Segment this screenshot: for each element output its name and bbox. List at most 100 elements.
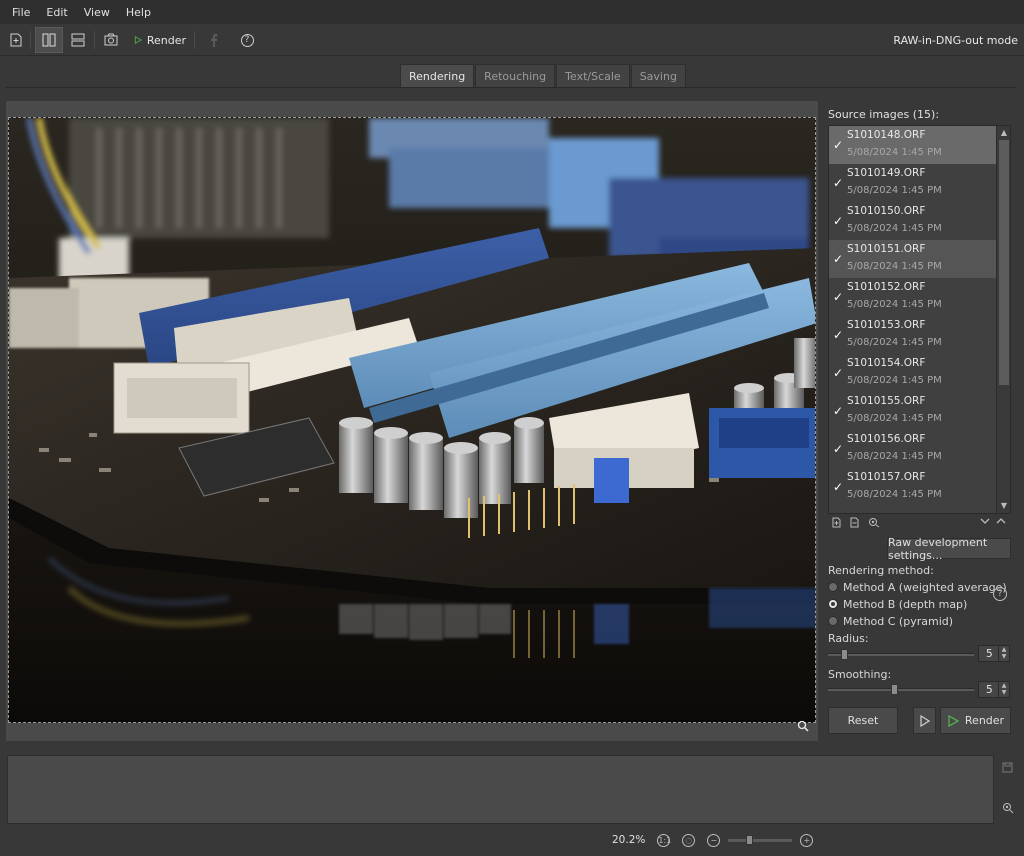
facebook-icon[interactable] [204, 27, 224, 53]
preview-image[interactable] [8, 117, 816, 723]
tab-divider [6, 87, 1016, 88]
layout-stacked-icon[interactable] [66, 27, 90, 53]
smoothing-slider-handle[interactable] [891, 684, 898, 695]
file-checkbox[interactable]: ✓ [833, 291, 845, 303]
zoom-slider-handle[interactable] [746, 834, 754, 845]
scroll-thumb[interactable] [999, 140, 1009, 385]
remove-file-icon[interactable] [850, 517, 859, 531]
spin-arrows-icon[interactable]: ▲ ▼ [998, 682, 1009, 697]
file-list-item[interactable]: ✓ S1010152.ORF 5/08/2024 1:45 PM [829, 278, 997, 316]
menu-help[interactable]: Help [118, 6, 159, 19]
file-list-item[interactable]: ✓ S1010154.ORF 5/08/2024 1:45 PM [829, 354, 997, 392]
method-option-a[interactable]: Method A (weighted average) [828, 580, 1007, 594]
render-button[interactable]: Render [940, 707, 1011, 734]
file-settings-icon[interactable] [868, 517, 880, 531]
radio-button[interactable] [828, 582, 838, 592]
menu-file[interactable]: File [4, 6, 38, 19]
radius-value: 5 [986, 648, 993, 660]
file-checkbox[interactable]: ✓ [833, 253, 845, 265]
file-list-tools [830, 517, 1010, 531]
radio-button[interactable] [828, 616, 838, 626]
rendering-help-icon[interactable]: ? [993, 587, 1007, 601]
zoom-icon[interactable] [797, 720, 809, 732]
play-icon [134, 36, 142, 44]
smoothing-slider[interactable] [828, 684, 974, 695]
scroll-up-icon[interactable]: ▲ [999, 127, 1009, 139]
radius-slider-handle[interactable] [841, 649, 848, 660]
raw-development-settings-button[interactable]: Raw development settings... [887, 536, 1011, 562]
status-bar: 20.2% 1:1 ◌ − + [612, 830, 814, 850]
smoothing-spinbox[interactable]: 5 ▲ ▼ [978, 681, 1010, 698]
smoothing-label: Smoothing: [828, 668, 892, 681]
file-list-scrollbar[interactable]: ▲ ▼ [996, 126, 1010, 513]
file-checkbox[interactable]: ✓ [833, 481, 845, 493]
file-checkbox[interactable]: ✓ [833, 139, 845, 151]
method-option-b[interactable]: Method B (depth map) [828, 597, 967, 611]
step-play-icon [920, 714, 930, 727]
file-checkbox[interactable]: ✓ [833, 367, 845, 379]
new-project-icon[interactable] [6, 27, 26, 53]
file-date: 5/08/2024 1:45 PM [847, 489, 942, 500]
snapshot-icon[interactable] [100, 27, 122, 53]
radius-spinbox[interactable]: 5 ▲ ▼ [978, 645, 1010, 662]
file-name: S1010157.ORF [847, 471, 926, 483]
file-list-item[interactable]: ✓ S1010150.ORF 5/08/2024 1:45 PM [829, 202, 997, 240]
render-step-button[interactable] [913, 707, 936, 734]
menu-view[interactable]: View [76, 6, 118, 19]
file-list-item[interactable]: ✓ S1010155.ORF 5/08/2024 1:45 PM [829, 392, 997, 430]
file-date: 5/08/2024 1:45 PM [847, 185, 942, 196]
render-button-label: Render [964, 714, 1005, 727]
scroll-down-icon[interactable]: ▼ [999, 500, 1009, 512]
file-checkbox[interactable]: ✓ [833, 215, 845, 227]
tab-saving[interactable]: Saving [630, 64, 686, 87]
file-name: S1010153.ORF [847, 319, 926, 331]
method-label: Method B (depth map) [843, 597, 968, 611]
zoom-fit-icon[interactable]: ◌ [682, 833, 696, 847]
toolbar: Render ? [0, 24, 1024, 56]
file-date: 5/08/2024 1:45 PM [847, 223, 942, 234]
file-checkbox[interactable]: ✓ [833, 405, 845, 417]
rendering-method-label: Rendering method: [828, 564, 934, 577]
file-list-item[interactable]: ✓ S1010156.ORF 5/08/2024 1:45 PM [829, 430, 997, 468]
motherboard-photo [9, 118, 815, 722]
file-date: 5/08/2024 1:45 PM [847, 451, 942, 462]
file-name: S1010156.ORF [847, 433, 926, 445]
spin-arrows-icon[interactable]: ▲ ▼ [998, 646, 1009, 661]
file-date: 5/08/2024 1:45 PM [847, 299, 942, 310]
chevron-up-icon[interactable] [996, 517, 1006, 528]
reset-button[interactable]: Reset [828, 707, 898, 734]
log-output[interactable] [7, 755, 994, 824]
chevron-down-icon[interactable] [980, 517, 990, 528]
method-option-c[interactable]: Method C (pyramid) [828, 614, 953, 628]
toolbar-render-button[interactable]: Render [134, 27, 186, 53]
file-list-item[interactable]: ✓ S1010148.ORF 5/08/2024 1:45 PM [829, 126, 997, 164]
log-settings-icon[interactable] [1002, 802, 1014, 817]
file-date: 5/08/2024 1:45 PM [847, 337, 942, 348]
file-date: 5/08/2024 1:45 PM [847, 147, 942, 158]
zoom-slider[interactable] [728, 834, 793, 845]
file-list-item[interactable]: ✓ S1010149.ORF 5/08/2024 1:45 PM [829, 164, 997, 202]
tab-retouching[interactable]: Retouching [475, 64, 556, 87]
save-log-icon[interactable] [1002, 762, 1013, 776]
file-date: 5/08/2024 1:45 PM [847, 375, 942, 386]
zoom-actual-size-icon[interactable]: 1:1 [657, 833, 671, 847]
file-checkbox[interactable]: ✓ [833, 177, 845, 189]
radius-slider[interactable] [828, 649, 974, 660]
layout-side-by-side-icon[interactable] [35, 27, 63, 53]
help-icon[interactable]: ? [236, 27, 258, 53]
tab-rendering[interactable]: Rendering [400, 64, 475, 87]
file-checkbox[interactable]: ✓ [833, 329, 845, 341]
file-name: S1010151.ORF [847, 243, 926, 255]
file-checkbox[interactable]: ✓ [833, 443, 845, 455]
file-list-item[interactable]: ✓ S1010153.ORF 5/08/2024 1:45 PM [829, 316, 997, 354]
zoom-in-icon[interactable]: + [800, 833, 814, 847]
tab-text-scale[interactable]: Text/Scale [556, 64, 630, 87]
menu-edit[interactable]: Edit [38, 6, 75, 19]
file-list-item[interactable]: ✓ S1010151.ORF 5/08/2024 1:45 PM [829, 240, 997, 278]
radio-button[interactable] [828, 599, 838, 609]
zoom-out-icon[interactable]: − [707, 833, 721, 847]
file-name: S1010148.ORF [847, 129, 926, 141]
source-file-list[interactable]: ✓ S1010148.ORF 5/08/2024 1:45 PM ✓ S1010149.… [828, 125, 1011, 514]
add-file-icon[interactable] [832, 517, 841, 531]
file-list-item[interactable]: ✓ S1010157.ORF 5/08/2024 1:45 PM [829, 468, 997, 506]
